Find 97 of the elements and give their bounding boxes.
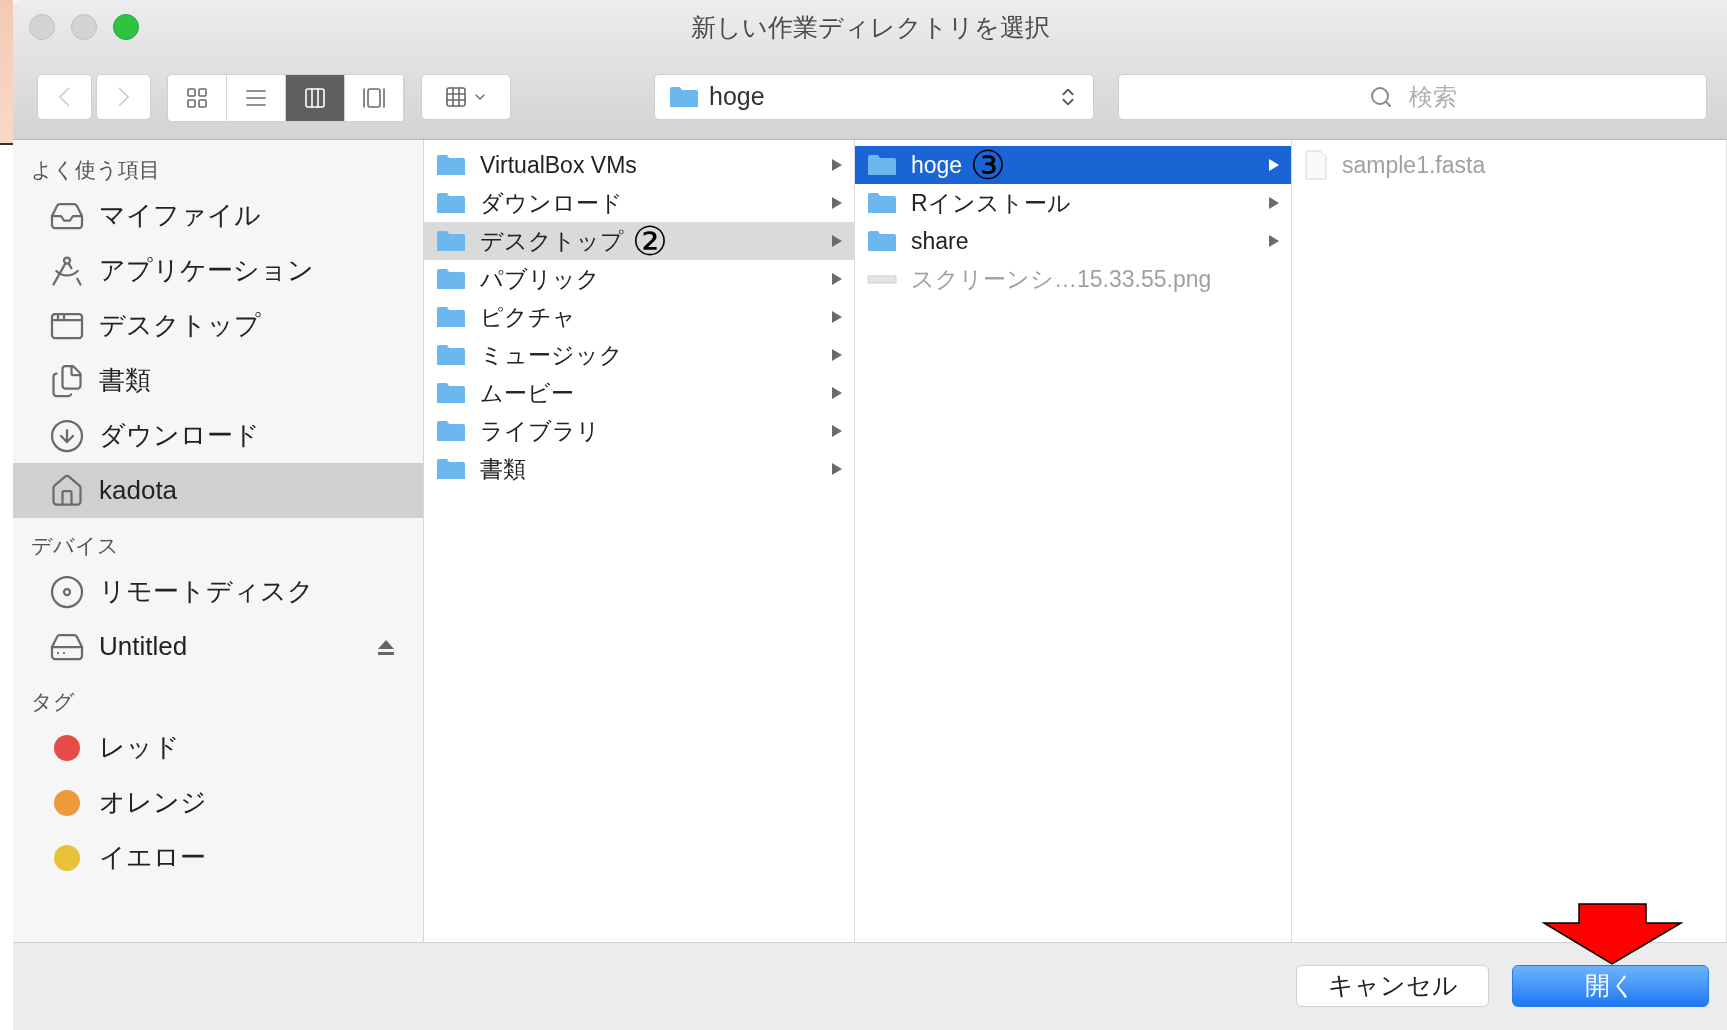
- sidebar-item[interactable]: リモートディスク: [13, 564, 423, 619]
- disclosure-triangle-icon: [832, 311, 842, 323]
- column-row[interactable]: ダウンロード: [424, 184, 854, 222]
- list-view-icon[interactable]: [227, 75, 286, 121]
- column-row[interactable]: share: [855, 222, 1291, 260]
- sidebar-item[interactable]: ダウンロード: [13, 408, 423, 463]
- file-name: パブリック: [480, 264, 600, 294]
- folder-icon: [436, 229, 466, 253]
- sidebar-label: オレンジ: [99, 786, 207, 819]
- file-name: ライブラリ: [480, 416, 600, 446]
- sidebar-label: 書類: [99, 364, 151, 397]
- sidebar-heading: デバイス: [31, 533, 119, 560]
- column-row[interactable]: デスクトップ ②: [424, 222, 854, 260]
- sidebar-label: アプリケーション: [99, 254, 314, 287]
- folder-icon: [436, 457, 466, 481]
- sidebar-label: Untitled: [99, 630, 188, 663]
- column-row[interactable]: 書類: [424, 450, 854, 488]
- file-name: ミュージック: [480, 340, 623, 370]
- file-name: Rインストール: [911, 188, 1071, 218]
- folder-icon: [669, 85, 699, 109]
- sidebar-heading: よく使う項目: [31, 157, 160, 184]
- column-row[interactable]: ムービー: [424, 374, 854, 412]
- chevron-right-icon: [118, 87, 129, 107]
- disclosure-triangle-icon: [832, 349, 842, 361]
- path-popup[interactable]: hoge: [654, 74, 1094, 120]
- documents-icon: [49, 362, 85, 399]
- sidebar-label: ダウンロード: [99, 419, 260, 452]
- sidebar-item[interactable]: イエロー: [13, 830, 423, 885]
- disclosure-triangle-icon: [1269, 235, 1279, 247]
- folder-icon: [436, 191, 466, 215]
- folder-icon: [436, 343, 466, 367]
- file-name: 書類: [480, 454, 526, 484]
- arrange-button[interactable]: [421, 74, 511, 120]
- disclosure-triangle-icon: [832, 197, 842, 209]
- download-icon: [49, 417, 85, 454]
- icon-view-icon[interactable]: [168, 75, 227, 121]
- folder-icon: [867, 229, 897, 253]
- disclosure-triangle-icon: [832, 159, 842, 171]
- column-view-icon[interactable]: [286, 75, 345, 121]
- disclosure-triangle-icon: [832, 387, 842, 399]
- file-name: デスクトップ: [480, 226, 624, 256]
- window-title: 新しい作業ディレクトリを選択: [690, 11, 1050, 43]
- folder-icon: [436, 267, 466, 291]
- disc-icon: [49, 573, 85, 610]
- file-name: ピクチャ: [480, 302, 576, 332]
- sidebar-item[interactable]: デスクトップ: [13, 298, 423, 353]
- file-name: ダウンロード: [480, 188, 623, 218]
- sidebar-item[interactable]: Untitled: [13, 619, 423, 674]
- sidebar-item[interactable]: レッド: [13, 720, 423, 775]
- gallery-view-icon[interactable]: [345, 75, 404, 121]
- house-icon: [49, 472, 85, 509]
- folder-icon: [436, 381, 466, 405]
- disclosure-triangle-icon: [832, 425, 842, 437]
- chevron-left-icon: [59, 87, 70, 107]
- sidebar-label: マイファイル: [99, 199, 261, 232]
- folder-icon: [436, 305, 466, 329]
- zoom-button[interactable]: [113, 14, 139, 40]
- annotation-number: ③: [970, 145, 1007, 185]
- grid-icon: [444, 85, 468, 109]
- disclosure-triangle-icon: [1269, 197, 1279, 209]
- disclosure-triangle-icon: [1269, 159, 1279, 171]
- file-name: share: [911, 226, 969, 256]
- folder-icon: [867, 153, 897, 177]
- sidebar-item[interactable]: kadota: [13, 463, 423, 518]
- sidebar-label: イエロー: [99, 841, 206, 874]
- sidebar-item[interactable]: オレンジ: [13, 775, 423, 830]
- column-row[interactable]: ピクチャ: [424, 298, 854, 336]
- search-icon: [1368, 85, 1393, 109]
- document-icon: [1304, 150, 1328, 180]
- sidebar-label: リモートディスク: [99, 575, 314, 608]
- file-name: hoge: [911, 150, 963, 180]
- column-row[interactable]: パブリック: [424, 260, 854, 298]
- folder-icon: [436, 153, 466, 177]
- disclosure-triangle-icon: [832, 235, 842, 247]
- file-name: スクリーンシ…15.33.55.png: [911, 264, 1212, 294]
- sidebar-label: レッド: [99, 731, 180, 764]
- column-row[interactable]: ミュージック: [424, 336, 854, 374]
- disclosure-triangle-icon: [832, 463, 842, 475]
- annotation-number: ②: [632, 221, 668, 261]
- folder-icon: [867, 191, 897, 215]
- column-row[interactable]: ライブラリ: [424, 412, 854, 450]
- column-row[interactable]: Rインストール: [855, 184, 1291, 222]
- cancel-button[interactable]: キャンセル: [1296, 965, 1489, 1007]
- folder-icon: [436, 419, 466, 443]
- disclosure-triangle-icon: [832, 273, 842, 285]
- file-name: ムービー: [480, 378, 574, 408]
- sidebar-item[interactable]: 書類: [13, 353, 423, 408]
- sidebar-label: デスクトップ: [99, 309, 261, 342]
- column-row[interactable]: VirtualBox VMs: [424, 146, 854, 184]
- sidebar-item[interactable]: アプリケーション: [13, 243, 423, 298]
- sidebar-label: kadota: [99, 474, 178, 507]
- sidebar-heading: タグ: [31, 689, 75, 716]
- sidebar-item[interactable]: マイファイル: [13, 188, 423, 243]
- file-name: VirtualBox VMs: [480, 150, 637, 180]
- search-field[interactable]: 検索: [1118, 74, 1707, 120]
- column-row[interactable]: hoge ③: [855, 146, 1291, 184]
- file-name: sample1.fasta: [1342, 150, 1486, 180]
